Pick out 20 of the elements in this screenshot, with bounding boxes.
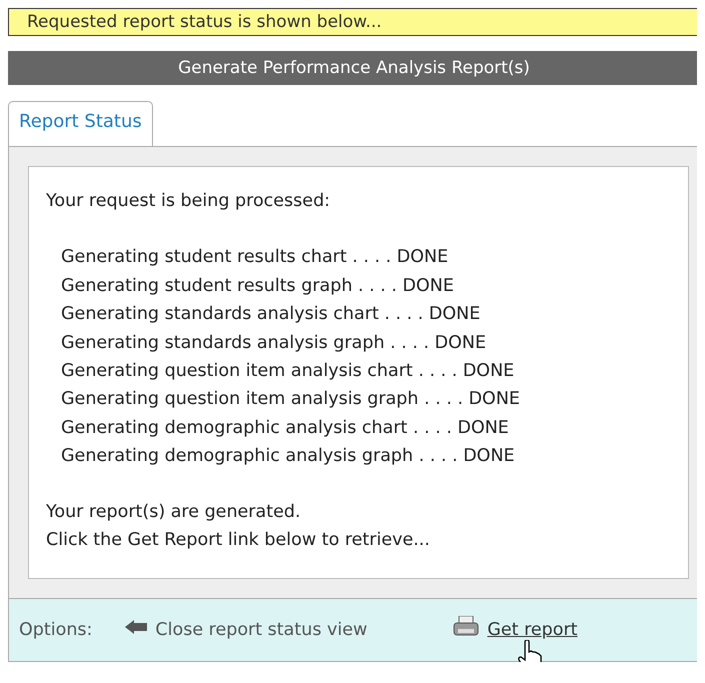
get-report-link[interactable]: Get report — [487, 620, 578, 640]
status-text: Your report(s) are generated. — [46, 500, 302, 524]
hand-cursor-icon — [517, 640, 544, 662]
printer-icon — [453, 616, 480, 638]
progress-line: Generating student results graph . . . . DONE — [61, 274, 455, 298]
progress-line: Generating standards analysis chart . . . . DONE — [61, 303, 482, 326]
progress-line: Generating standards analysis graph . . . . DONE — [61, 332, 487, 355]
progress-line: Generating demographic analysis chart . . . . DONE — [61, 416, 510, 440]
progress-line: Generating student results chart . . . . DONE — [61, 246, 450, 270]
status-text: Click the Get Report link below to retrieve... — [46, 528, 431, 552]
left-arrow-icon — [125, 620, 148, 634]
progress-line: Generating demographic analysis graph . . . . DONE — [61, 445, 516, 468]
close-view-link[interactable]: Close report status view — [155, 620, 368, 640]
section-header: Generate Performance Analysis Report(s) — [8, 51, 697, 85]
progress-line: Generating question item analysis graph . . . . DONE — [61, 388, 521, 412]
notice-bar: Requested report status is shown below... — [8, 8, 697, 36]
progress-line: Generating question item analysis chart . . . . DONE — [61, 360, 516, 383]
options-label: Options: — [19, 620, 92, 640]
tab[interactable]: Report Status — [8, 101, 153, 146]
status-text: Your request is being processed: — [46, 190, 332, 213]
